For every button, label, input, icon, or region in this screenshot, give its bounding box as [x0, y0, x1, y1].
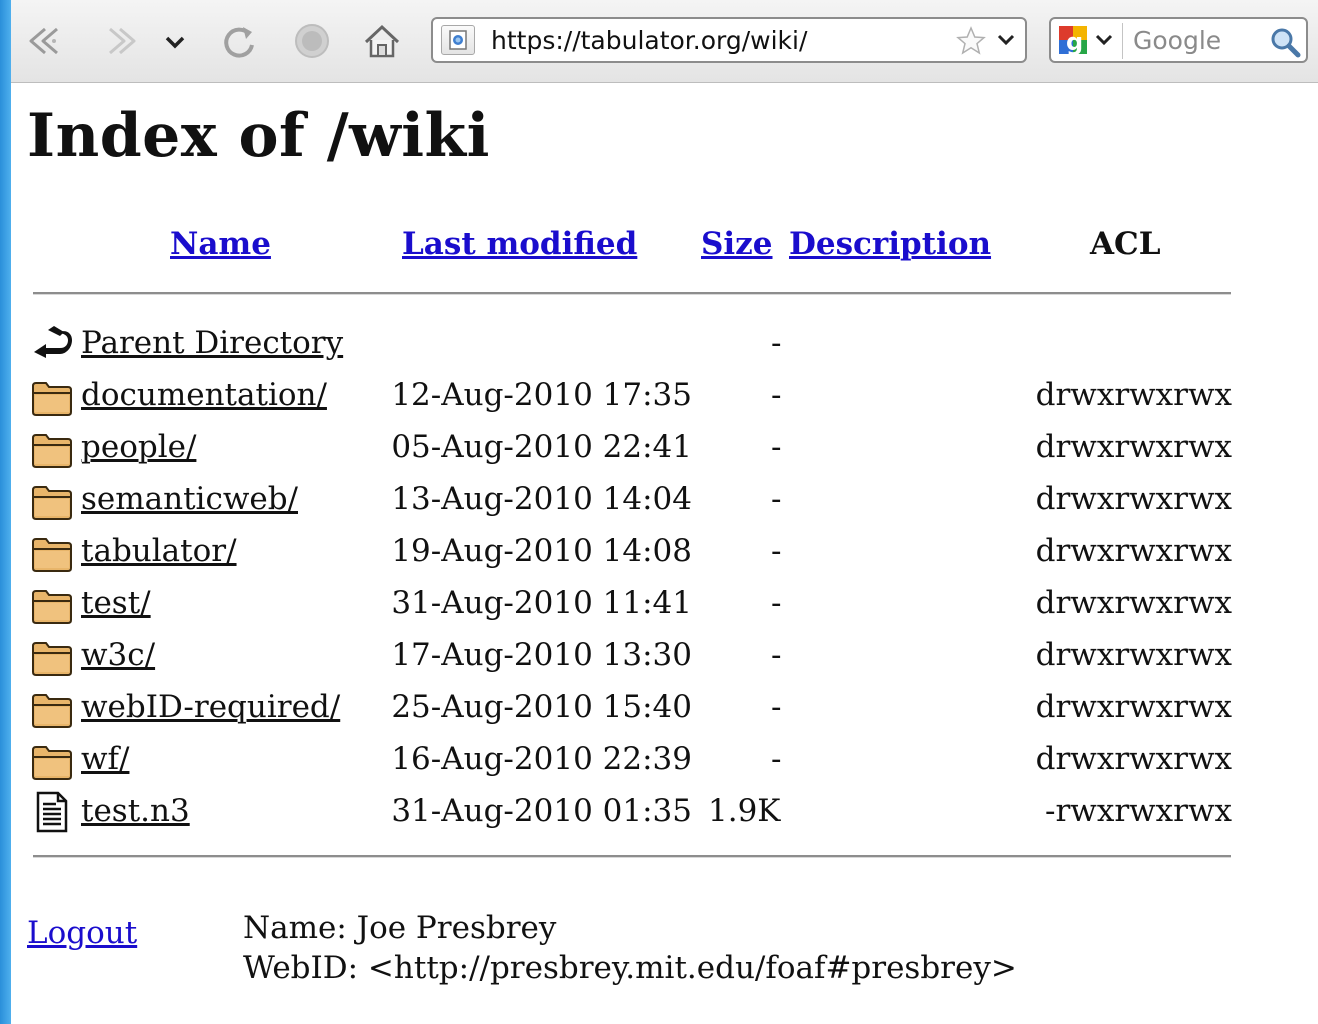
entry-acl: drwxrwxrwx — [1035, 429, 1232, 465]
column-header-description[interactable]: Description — [789, 226, 991, 262]
entry-acl: drwxrwxrwx — [1035, 533, 1232, 569]
entry-last-modified: 17-Aug-2010 13:30 — [391, 637, 692, 673]
logout-link[interactable]: Logout — [27, 908, 137, 958]
back-icon[interactable] — [23, 18, 69, 64]
table-row: tabulator/19-Aug-2010 14:08 - drwxrwxrwx — [0, 528, 1318, 580]
entry-size: - — [771, 325, 782, 361]
svg-text:g: g — [1066, 28, 1083, 56]
entry-acl: -rwxrwxrwx — [1045, 793, 1232, 829]
table-row: webID-required/25-Aug-2010 15:40 - drwxrwx… — [0, 684, 1318, 736]
entry-size: - — [771, 481, 782, 517]
entry-size: 1.9K — [708, 793, 781, 829]
column-header-last-modified[interactable]: Last modified — [402, 226, 637, 262]
entry-acl: drwxrwxrwx — [1035, 377, 1232, 413]
entry-link[interactable]: tabulator/ — [81, 528, 237, 574]
entry-link[interactable]: documentation/ — [81, 372, 327, 418]
table-row: documentation/12-Aug-2010 17:35 - drwxrwxr… — [0, 372, 1318, 424]
entry-acl: drwxrwxrwx — [1035, 637, 1232, 673]
bookmark-star-icon[interactable] — [955, 25, 987, 57]
entry-acl: drwxrwxrwx — [1035, 741, 1232, 777]
search-engine-icon[interactable]: g — [1055, 23, 1123, 59]
entry-last-modified: 12-Aug-2010 17:35 — [391, 377, 692, 413]
entry-size: - — [771, 533, 782, 569]
entry-size: - — [771, 741, 782, 777]
entry-size: - — [771, 429, 782, 465]
search-go-icon[interactable] — [1268, 25, 1302, 59]
table-row: test.n3 31-Aug-2010 01:35 1.9K -rwxrwxrwx — [0, 788, 1318, 840]
folder-icon[interactable] — [30, 426, 74, 470]
entry-link[interactable]: wf/ — [81, 736, 129, 782]
table-row: wf/16-Aug-2010 22:39 - drwxrwxrwx — [0, 736, 1318, 788]
entry-last-modified: 31-Aug-2010 11:41 — [391, 585, 692, 621]
table-row: test/31-Aug-2010 11:41 - drwxrwxrwx — [0, 580, 1318, 632]
entry-link[interactable]: semanticweb/ — [81, 476, 298, 522]
entry-last-modified: 31-Aug-2010 01:35 — [391, 793, 692, 829]
entry-acl: drwxrwxrwx — [1035, 585, 1232, 621]
entry-last-modified: 25-Aug-2010 15:40 — [391, 689, 692, 725]
url-bar[interactable]: https://tabulator.org/wiki/ — [431, 17, 1027, 63]
entry-size: - — [771, 585, 782, 621]
entry-link[interactable]: w3c/ — [81, 632, 155, 678]
entry-link[interactable]: people/ — [81, 424, 196, 470]
column-header-name[interactable]: Name — [170, 226, 271, 262]
folder-icon[interactable] — [30, 530, 74, 574]
entry-size: - — [771, 689, 782, 725]
site-identity-icon[interactable] — [441, 25, 475, 55]
header-divider — [33, 292, 1231, 295]
entry-size: - — [771, 637, 782, 673]
entry-last-modified: 05-Aug-2010 22:41 — [391, 429, 692, 465]
entry-last-modified: 13-Aug-2010 14:04 — [391, 481, 692, 517]
column-header-size[interactable]: Size — [701, 226, 773, 262]
user-info: Name: Joe Presbrey WebID: <http://presbr… — [243, 908, 1017, 988]
text-file-icon[interactable] — [30, 790, 74, 834]
folder-icon[interactable] — [30, 374, 74, 418]
folder-icon[interactable] — [30, 582, 74, 626]
entry-last-modified: 16-Aug-2010 22:39 — [391, 741, 692, 777]
entry-acl: drwxrwxrwx — [1035, 481, 1232, 517]
entry-link[interactable]: webID-required/ — [81, 684, 340, 730]
entry-link[interactable]: Parent Directory — [81, 320, 343, 366]
url-dropdown-icon[interactable] — [995, 29, 1017, 51]
table-row: semanticweb/13-Aug-2010 14:04 - drwxrwxrwx — [0, 476, 1318, 528]
footer-divider — [33, 855, 1231, 858]
entry-link[interactable]: test.n3 — [81, 788, 190, 834]
entry-size: - — [771, 377, 782, 413]
user-name: Name: Joe Presbrey — [243, 910, 557, 946]
parent-directory-icon[interactable] — [30, 322, 74, 366]
table-row: Parent Directory - — [0, 320, 1318, 372]
search-input[interactable]: Google — [1133, 26, 1221, 55]
entry-last-modified: 19-Aug-2010 14:08 — [391, 533, 692, 569]
home-icon[interactable] — [359, 18, 405, 64]
forward-icon[interactable] — [96, 18, 142, 64]
browser-toolbar: https://tabulator.org/wiki/ g Google — [11, 0, 1318, 83]
table-row: people/05-Aug-2010 22:41 - drwxrwxrwx — [0, 424, 1318, 476]
folder-icon[interactable] — [30, 686, 74, 730]
user-webid: WebID: <http://presbrey.mit.edu/foaf#pre… — [243, 950, 1017, 986]
folder-icon[interactable] — [30, 738, 74, 782]
column-header-acl: ACL — [1090, 226, 1161, 262]
page-title: Index of /wiki — [27, 101, 490, 171]
history-dropdown-icon[interactable] — [157, 18, 193, 64]
reload-icon[interactable] — [216, 18, 262, 64]
stop-icon[interactable] — [289, 18, 335, 64]
table-row: w3c/17-Aug-2010 13:30 - drwxrwxrwx — [0, 632, 1318, 684]
entry-link[interactable]: test/ — [81, 580, 151, 626]
url-text[interactable]: https://tabulator.org/wiki/ — [491, 26, 807, 55]
folder-icon[interactable] — [30, 634, 74, 678]
search-bar[interactable]: g Google — [1049, 17, 1308, 63]
entry-acl: drwxrwxrwx — [1035, 689, 1232, 725]
folder-icon[interactable] — [30, 478, 74, 522]
